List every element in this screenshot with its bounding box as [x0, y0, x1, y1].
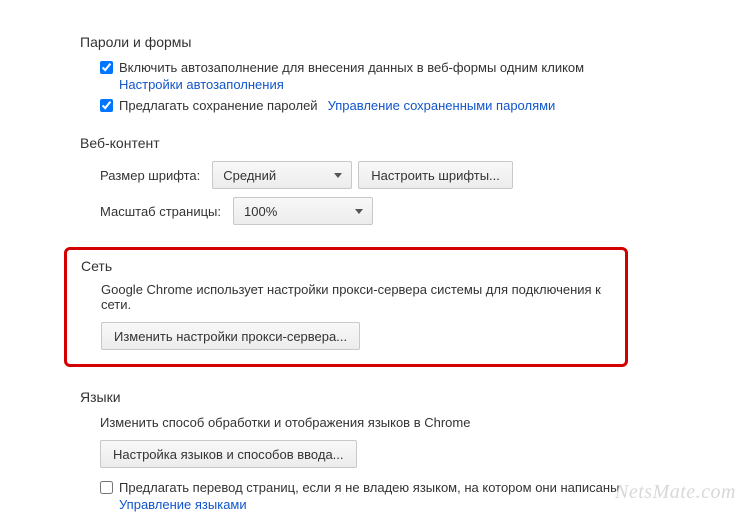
network-highlight-box: Сеть Google Chrome использует настройки … [64, 247, 628, 367]
proxy-settings-button[interactable]: Изменить настройки прокси-сервера... [101, 322, 360, 350]
font-size-select[interactable]: Средний [212, 161, 352, 189]
section-title-passwords: Пароли и формы [80, 34, 748, 50]
page-zoom-label: Масштаб страницы: [100, 204, 221, 219]
autofill-settings-link[interactable]: Настройки автозаполнения [119, 77, 584, 92]
autofill-checkbox[interactable] [100, 61, 113, 74]
watermark: NetsMate.com [615, 481, 736, 504]
section-title-network: Сеть [81, 258, 611, 274]
translate-checkbox[interactable] [100, 481, 113, 494]
translate-label: Предлагать перевод страниц, если я не вл… [119, 480, 619, 495]
network-description: Google Chrome использует настройки прокс… [101, 282, 611, 312]
section-network: Сеть Google Chrome использует настройки … [80, 247, 748, 367]
font-size-label: Размер шрифта: [100, 168, 200, 183]
section-title-languages: Языки [80, 389, 748, 405]
manage-passwords-link[interactable]: Управление сохраненными паролями [328, 98, 556, 113]
section-title-web-content: Веб-контент [80, 135, 748, 151]
page-zoom-select[interactable]: 100% [233, 197, 373, 225]
autofill-label: Включить автозаполнение для внесения дан… [119, 60, 584, 75]
font-size-value: Средний [223, 168, 276, 183]
page-zoom-value: 100% [244, 204, 277, 219]
language-settings-button[interactable]: Настройка языков и способов ввода... [100, 440, 357, 468]
section-passwords-forms: Пароли и формы Включить автозаполнение д… [80, 34, 748, 113]
customize-fonts-button[interactable]: Настроить шрифты... [358, 161, 513, 189]
save-passwords-checkbox[interactable] [100, 99, 113, 112]
languages-description: Изменить способ обработки и отображения … [100, 415, 748, 430]
section-web-content: Веб-контент Размер шрифта: Средний Настр… [80, 135, 748, 225]
save-passwords-label: Предлагать сохранение паролей [119, 98, 318, 113]
